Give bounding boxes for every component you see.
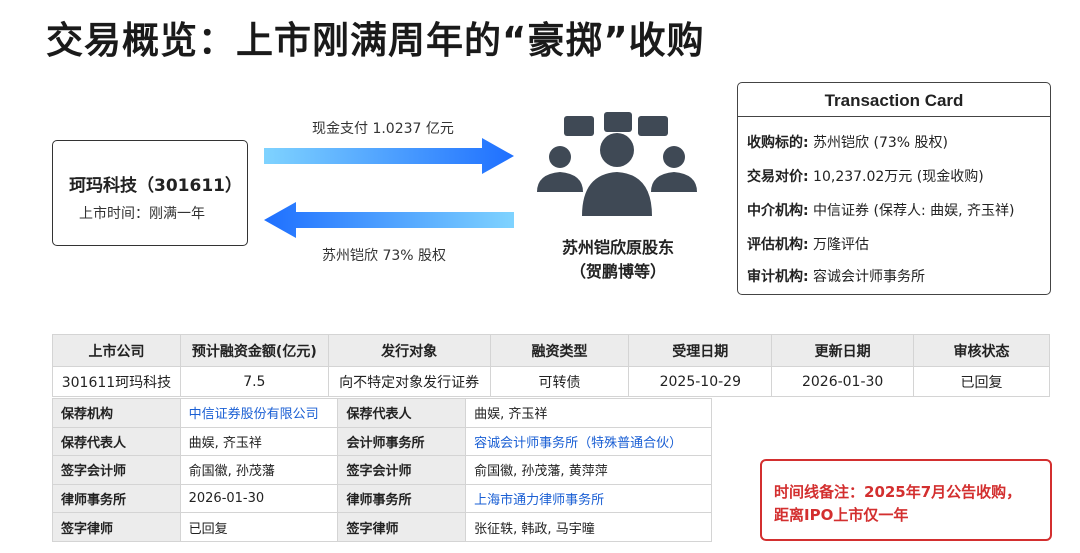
card-value: 10,237.02万元 (现金收购) (808, 169, 984, 185)
table-cell: 301611珂玛科技 (52, 366, 181, 397)
field-label: 签字律师 (52, 512, 181, 542)
column-header: 预计融资金额(亿元) (179, 334, 329, 367)
column-header: 审核状态 (913, 334, 1050, 367)
card-key: 评估机构: (747, 237, 809, 253)
table-header-row: 上市公司 预计融资金额(亿元) 发行对象 融资类型 受理日期 更新日期 审核状态 (52, 334, 1050, 367)
timeline-note: 时间线备注：2025年7月公告收购， 距离IPO上市仅一年 (760, 459, 1052, 541)
timeline-note-text: 时间线备注：2025年7月公告收购， 距离IPO上市仅一年 (774, 481, 1021, 527)
acquirer-box: 珂玛科技（301611） 上市时间：刚满一年 (52, 140, 248, 246)
card-value: 苏州铠欣 (73% 股权) (808, 135, 949, 151)
field-value: 2026-01-30 (179, 483, 339, 514)
target-shareholders: 苏州铠欣原股东 （贺鹏博等） (528, 236, 708, 284)
card-row: 评估机构: 万隆评估 (747, 234, 869, 254)
field-label: 保荐代表人 (337, 398, 467, 428)
card-value: 容诚会计师事务所 (808, 269, 926, 285)
column-header: 更新日期 (771, 334, 915, 367)
table-cell: 7.5 (179, 366, 329, 397)
card-key: 交易对价: (747, 169, 809, 185)
card-row: 审计机构: 容诚会计师事务所 (747, 266, 925, 286)
card-row: 交易对价: 10,237.02万元 (现金收购) (747, 166, 984, 186)
table-cell: 2025-10-29 (628, 366, 773, 397)
acquirer-name: 珂玛科技（301611） (69, 176, 242, 196)
payment-flow-label: 现金支付 1.0237 亿元 (312, 121, 454, 137)
card-key: 中介机构: (747, 203, 809, 219)
table-cell: 2026-01-30 (771, 366, 915, 397)
note-line: 距离IPO上市仅一年 (774, 506, 909, 524)
field-label: 签字会计师 (52, 455, 181, 485)
table-row: 保荐机构 中信证券股份有限公司 保荐代表人 曲娱, 齐玉祥 (52, 398, 712, 428)
note-line: 时间线备注：2025年7月公告收购， (774, 483, 1022, 501)
table-cell: 可转债 (489, 366, 630, 397)
law-firm-link[interactable]: 上海市通力律师事务所 (465, 483, 712, 514)
table-cell: 已回复 (913, 366, 1050, 397)
field-label: 签字律师 (337, 512, 467, 542)
column-header: 受理日期 (628, 334, 773, 367)
card-value: 万隆评估 (808, 237, 870, 253)
field-label: 律师事务所 (52, 483, 181, 514)
sponsor-link[interactable]: 中信证券股份有限公司 (179, 398, 339, 428)
equity-flow-label: 苏州铠欣 73% 股权 (322, 248, 447, 264)
field-label: 律师事务所 (337, 483, 467, 514)
table-row: 保荐代表人 曲娱, 齐玉祥 会计师事务所 容诚会计师事务所（特殊普通合伙） (52, 426, 712, 457)
table-cell: 向不特定对象发行证券 (327, 366, 491, 397)
card-row: 中介机构: 中信证券 (保荐人: 曲娱, 齐玉祥) (747, 200, 1015, 220)
card-row: 收购标的: 苏州铠欣 (73% 股权) (747, 132, 948, 152)
transaction-card: Transaction Card 收购标的: 苏州铠欣 (73% 股权) 交易对… (737, 82, 1051, 295)
field-value: 俞国徽, 孙茂藩 (179, 455, 339, 485)
shareholders-title: 苏州铠欣原股东 (561, 238, 674, 257)
column-header: 融资类型 (489, 334, 630, 367)
table-row: 签字律师 已回复 签字律师 张征轶, 韩政, 马宇曈 (52, 512, 712, 542)
card-value: 中信证券 (保荐人: 曲娱, 齐玉祥) (808, 203, 1015, 219)
arrow-right-icon (264, 138, 514, 174)
page-title: 交易概览：上市刚满周年的“豪掷”收购 (46, 19, 705, 62)
people-group-icon (537, 112, 697, 216)
field-value: 已回复 (179, 512, 339, 542)
card-title: Transaction Card (738, 83, 1050, 117)
card-key: 收购标的: (747, 135, 809, 151)
financing-table: 上市公司 预计融资金额(亿元) 发行对象 融资类型 受理日期 更新日期 审核状态… (52, 334, 1050, 397)
accounting-firm-link[interactable]: 容诚会计师事务所（特殊普通合伙） (465, 426, 712, 457)
field-label: 保荐机构 (52, 398, 181, 428)
field-value: 俞国徽, 孙茂藩, 黄萍萍 (465, 455, 712, 485)
intermediary-table: 保荐机构 中信证券股份有限公司 保荐代表人 曲娱, 齐玉祥 保荐代表人 曲娱, … (52, 398, 712, 542)
field-label: 保荐代表人 (52, 426, 181, 457)
field-value: 曲娱, 齐玉祥 (179, 426, 339, 457)
table-row: 签字会计师 俞国徽, 孙茂藩 签字会计师 俞国徽, 孙茂藩, 黄萍萍 (52, 455, 712, 485)
acquirer-listing-time: 上市时间：刚满一年 (79, 206, 205, 222)
field-value: 张征轶, 韩政, 马宇曈 (465, 512, 712, 542)
table-row: 301611珂玛科技 7.5 向不特定对象发行证券 可转债 2025-10-29… (52, 366, 1050, 397)
table-row: 律师事务所 2026-01-30 律师事务所 上海市通力律师事务所 (52, 483, 712, 514)
field-value: 曲娱, 齐玉祥 (465, 398, 712, 428)
shareholders-names: （贺鹏博等） (569, 262, 666, 281)
field-label: 会计师事务所 (337, 426, 467, 457)
card-key: 审计机构: (747, 269, 809, 285)
column-header: 上市公司 (52, 334, 181, 367)
arrow-left-icon (264, 202, 514, 238)
field-label: 签字会计师 (337, 455, 467, 485)
column-header: 发行对象 (327, 334, 491, 367)
